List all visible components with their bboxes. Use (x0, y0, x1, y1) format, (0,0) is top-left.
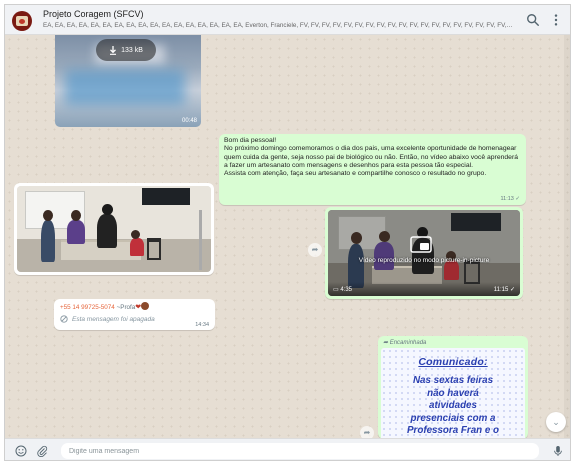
deleted-message[interactable]: +55 14 99725-5074 ~Profa❤ Esta mensagem … (54, 299, 215, 330)
forward-icon[interactable]: ➦ (360, 426, 374, 438)
scroll-down-button[interactable]: ⌄ (546, 412, 566, 432)
pip-overlay-text: Vídeo reproduzido no modo picture-in-pic… (358, 257, 490, 264)
participants-list[interactable]: EA, EA, EA, EA, EA, EA, EA, EA, EA, EA, … (43, 22, 513, 29)
forwarded-label: ➦ Encaminhada (383, 340, 427, 346)
message-line: No próximo domingo comemoramos o dia dos… (224, 145, 518, 169)
menu-icon[interactable] (549, 13, 563, 27)
forwarded-image-message[interactable]: ➦ Encaminhada Comunicado: Nas sextas fei… (378, 336, 528, 438)
poster-body: Nas sextas feiras não haverá atividades … (406, 375, 499, 436)
forwarded-icon: ➦ (383, 340, 389, 346)
chat-area: 133 kB 00:48 Bom dia pessoal! No próximo… (5, 35, 570, 438)
poster-heading: Comunicado: (418, 356, 488, 368)
blocked-icon (60, 315, 68, 323)
search-icon[interactable] (526, 13, 540, 27)
text-message[interactable]: Bom dia pessoal! No próximo domingo come… (219, 134, 526, 205)
video-thumbnail[interactable]: Vídeo reproduzido no modo picture-in-pic… (328, 210, 520, 296)
message-input[interactable] (61, 443, 539, 459)
sender-line[interactable]: +55 14 99725-5074 ~Profa❤ (60, 302, 209, 311)
group-avatar[interactable] (12, 11, 32, 31)
video-size: 133 kB (121, 46, 143, 54)
compose-bar (5, 438, 570, 460)
scrollbar[interactable] (564, 35, 570, 438)
message-time: 11:15 ✓ (493, 287, 515, 293)
download-button[interactable]: 133 kB (96, 39, 156, 61)
whatsapp-window: Projeto Coragem (SFCV) EA, EA, EA, EA, E… (4, 4, 571, 461)
group-title[interactable]: Projeto Coragem (SFCV) (43, 9, 144, 19)
sender-phone[interactable]: +55 14 99725-5074 (60, 304, 115, 311)
message-line: Assista com atenção, faça seu artesanato… (224, 170, 487, 178)
attach-icon[interactable] (36, 445, 48, 457)
message-time: 11:13 ✓ (500, 195, 521, 202)
video-duration: ▭ 4:35 (333, 287, 353, 293)
comunicado-image[interactable]: Comunicado: Nas sextas feiras não haverá… (381, 348, 525, 438)
chat-header[interactable]: Projeto Coragem (SFCV) EA, EA, EA, EA, E… (5, 5, 570, 35)
video-duration: 00:48 (181, 118, 197, 124)
message-line: Bom dia pessoal! (224, 137, 277, 144)
message-time: 14:34 (195, 322, 209, 328)
video-message-pip[interactable]: Vídeo reproduzido no modo picture-in-pic… (325, 207, 523, 299)
read-check-icon: ✓ (515, 195, 520, 202)
emoji-icon (141, 302, 150, 310)
deleted-notice: Esta mensagem foi apagada (60, 315, 209, 323)
microphone-icon[interactable] (552, 445, 564, 457)
classroom-photo[interactable] (17, 186, 211, 272)
picture-in-picture-icon[interactable] (410, 236, 432, 253)
emoji-icon[interactable] (15, 445, 27, 457)
sender-name: ~Profa (116, 304, 136, 311)
photo-message[interactable] (14, 183, 214, 275)
video-message-top[interactable]: 133 kB 00:48 (55, 35, 201, 127)
forward-icon[interactable]: ➦ (308, 243, 322, 257)
download-icon (110, 45, 117, 55)
